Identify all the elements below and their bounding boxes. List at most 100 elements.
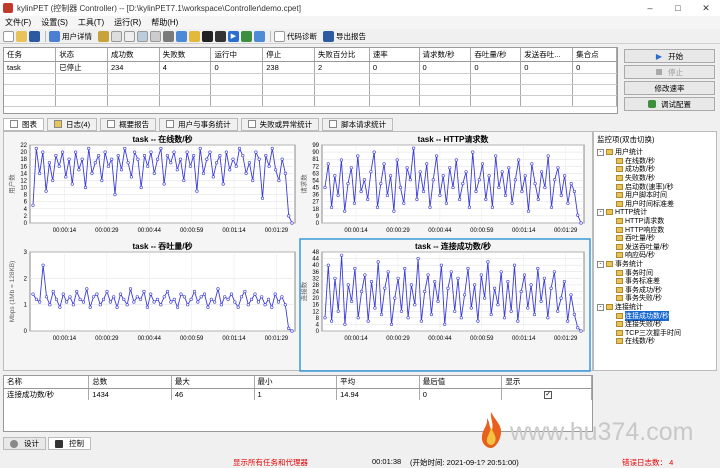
data-point <box>270 305 274 309</box>
toolbar-separator <box>270 30 271 42</box>
data-point <box>234 164 238 168</box>
data-point <box>219 303 223 307</box>
collapse-icon[interactable]: - <box>597 303 604 311</box>
column-header[interactable]: 发送吞吐... <box>520 48 574 62</box>
data-point <box>290 221 294 225</box>
error-log-count[interactable]: 错误日志数： 4 <box>622 457 673 468</box>
menu-run[interactable]: 运行(R) <box>109 17 146 28</box>
data-point <box>113 192 117 197</box>
menu-help[interactable]: 帮助(H) <box>146 17 183 28</box>
column-header[interactable]: 吞吐量/秒 <box>470 48 522 62</box>
warning-icon[interactable] <box>189 30 200 42</box>
column-header[interactable]: 速率 <box>369 48 420 62</box>
collapse-icon[interactable]: - <box>597 260 604 268</box>
collapse-icon[interactable]: - <box>597 148 604 156</box>
column-header[interactable]: 请求数/秒 <box>419 48 472 62</box>
page-icon[interactable] <box>124 30 135 42</box>
data-point <box>246 303 250 307</box>
bottom-tabs: 设计 控制 <box>3 437 93 451</box>
column-header[interactable]: 最小 <box>254 376 338 389</box>
play-icon[interactable]: ▶ <box>228 30 239 42</box>
menu-settings[interactable]: 设置(S) <box>36 17 73 28</box>
user-icon[interactable] <box>49 30 60 42</box>
column-header[interactable]: 失败数 <box>159 48 212 62</box>
column-header[interactable]: 任务 <box>4 48 57 62</box>
tab-log[interactable]: 日志(4) <box>47 117 98 131</box>
data-point <box>362 178 367 182</box>
window-controls: – □ ✕ <box>636 0 720 16</box>
diag-icon[interactable] <box>274 30 285 42</box>
data-point <box>283 303 287 307</box>
tab-design[interactable]: 设计 <box>3 437 46 450</box>
stop-icon[interactable] <box>215 30 226 42</box>
column-header[interactable]: 失败百分比 <box>314 48 370 62</box>
column-header[interactable]: 停止 <box>262 48 315 62</box>
column-header[interactable]: 显示 <box>501 376 592 389</box>
export-icon[interactable] <box>323 30 334 42</box>
column-header[interactable]: 总数 <box>88 376 172 389</box>
monitor-icon[interactable] <box>163 30 174 42</box>
table-row[interactable]: 连接成功数/秒 1434 46 1 14.94 0 ✓ <box>4 388 592 400</box>
doc-icon[interactable] <box>111 30 122 42</box>
start-button[interactable]: ▶ 开始 <box>624 49 715 63</box>
data-point <box>576 213 580 217</box>
table-row[interactable]: task 已停止 234 4 0 238 2 0 0 0 0 0 <box>4 61 617 74</box>
column-header[interactable]: 运行中 <box>210 48 264 62</box>
user-details-button[interactable]: 用户详情 <box>62 31 92 42</box>
column-header[interactable]: 最后值 <box>419 376 503 389</box>
edit-icon[interactable] <box>176 30 187 42</box>
maximize-button[interactable]: □ <box>664 0 692 16</box>
column-header[interactable]: 平均 <box>336 376 420 389</box>
y-tick-label: 27 <box>312 200 319 206</box>
flag-icon[interactable] <box>202 30 213 42</box>
data-point <box>458 197 462 201</box>
tab-script-stats[interactable]: 脚本请求统计 <box>322 117 394 131</box>
change-rate-button[interactable]: 修改速率 <box>624 81 715 95</box>
data-point <box>403 266 407 271</box>
data-point <box>88 305 92 309</box>
column-header[interactable]: 状态 <box>55 48 108 62</box>
chart-icon[interactable] <box>241 30 252 42</box>
minimize-button[interactable]: – <box>636 0 664 16</box>
report-icon <box>107 120 116 128</box>
code-diag-button[interactable]: 代码诊断 <box>287 31 317 42</box>
menu-file[interactable]: 文件(F) <box>0 17 36 28</box>
data-point <box>224 150 228 154</box>
column-header[interactable]: 集合点 <box>572 48 617 62</box>
data-point <box>474 189 478 194</box>
column-header[interactable]: 最大 <box>171 376 255 389</box>
debug-config-button[interactable]: 调试配置 <box>624 97 715 111</box>
y-tick-label: 20 <box>20 150 27 156</box>
x-tick-label: 00:01:29 <box>265 228 289 234</box>
tab-summary[interactable]: 概要报告 <box>100 117 157 131</box>
menu-tools[interactable]: 工具(T) <box>73 17 109 28</box>
column-header[interactable]: 成功数 <box>107 48 160 62</box>
grid-icon[interactable] <box>150 30 161 42</box>
tab-failure-stats[interactable]: 失败或异常统计 <box>240 117 320 131</box>
save-icon[interactable] <box>29 30 40 42</box>
collapse-icon[interactable]: - <box>597 208 604 216</box>
stop-button[interactable]: 停止 <box>624 65 715 79</box>
mail-icon[interactable] <box>137 30 148 42</box>
show-checkbox[interactable]: ✓ <box>544 391 553 399</box>
column-header[interactable]: 名称 <box>4 376 90 389</box>
data-point <box>202 292 207 296</box>
network-icon[interactable] <box>254 30 265 42</box>
x-tick-label: 00:00:29 <box>386 336 410 342</box>
data-point <box>182 178 186 183</box>
data-point <box>393 296 397 300</box>
tree-item[interactable]: 在线数/秒 <box>616 337 655 346</box>
data-point <box>228 168 232 172</box>
new-file-icon[interactable] <box>3 30 14 42</box>
list-icon[interactable] <box>98 30 109 42</box>
data-point <box>280 157 284 161</box>
data-point <box>539 299 543 303</box>
table-cell: 2 <box>314 61 370 74</box>
tab-charts[interactable]: 图表 <box>3 117 44 131</box>
open-folder-icon[interactable] <box>16 30 27 42</box>
data-point <box>536 197 540 201</box>
tab-control[interactable]: 控制 <box>48 437 91 450</box>
tab-user-stats[interactable]: 用户与事务统计 <box>159 117 238 131</box>
close-button[interactable]: ✕ <box>692 0 720 16</box>
export-report-button[interactable]: 导出报告 <box>336 31 366 42</box>
